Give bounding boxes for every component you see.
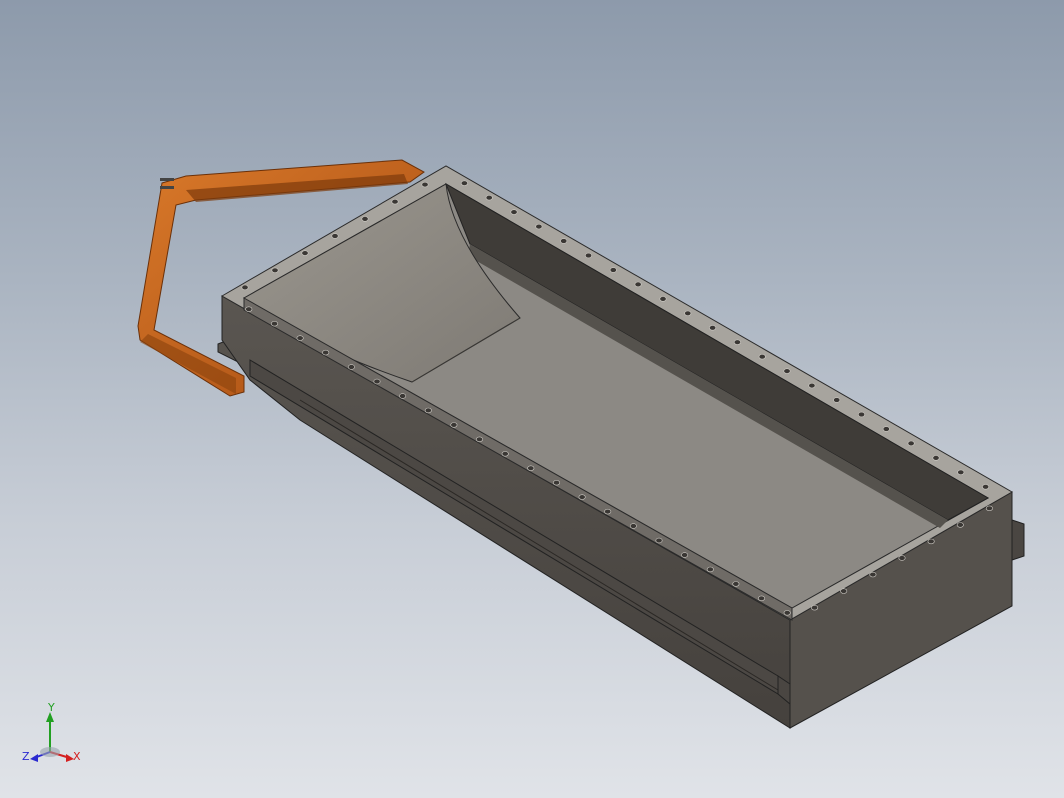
bolt-hole-far [808,382,816,389]
bolt-hole-near [270,321,278,327]
bolt-hole-near [475,436,483,442]
z-axis-label: Z [22,750,30,763]
bolt-hole-far [535,223,543,230]
triad-base-icon [40,747,60,757]
bolt-hole-left-end [421,181,429,188]
bolt-hole-near [757,595,765,601]
bolt-hole-near [681,552,689,558]
bolt-hole-near [322,349,330,356]
bolt-hole-near [399,393,407,399]
bolt-hole-far [634,281,642,288]
bolt-hole-near [450,422,458,428]
bolt-hole-far [982,484,990,490]
bolt-hole-left-end [331,233,339,239]
bolt-hole-far [932,455,940,461]
bolt-hole-right-end [840,588,848,594]
bolt-hole-near [578,494,586,500]
bolt-hole-left-end [241,284,249,291]
bolt-hole-near [629,523,637,529]
bolt-hole-left-end [301,250,309,256]
bolt-hole-far [609,267,617,273]
bolt-hole-near [732,581,740,587]
bolt-hole-near [552,480,560,486]
bolt-hole-far [907,440,915,447]
bolt-hole-right-end [869,571,877,578]
bolt-hole-right-end [811,604,819,611]
view-triad[interactable]: Y X Z [18,700,88,770]
bolt-hole-near [604,508,612,515]
bolt-hole-near [373,378,381,385]
bolt-hole-far [882,426,890,432]
graphics-viewport[interactable]: Y X Z [0,0,1064,798]
bolt-hole-right-end [927,538,935,545]
bolt-hole-far [510,209,518,215]
bolt-hole-far [684,310,692,316]
handle-pin [160,178,174,181]
bolt-hole-far [460,180,468,186]
bolt-hole-far [857,411,865,418]
bolt-hole-far [584,252,592,259]
bolt-hole-near [245,306,253,312]
bolt-hole-left-end [391,199,399,205]
bolt-hole-far [833,397,841,403]
bolt-hole-far [957,469,965,475]
cad-model-tray-assembly[interactable] [0,0,1064,798]
y-axis-label: Y [47,701,55,714]
bolt-hole-far [659,296,667,302]
bolt-hole-near [655,537,663,544]
bolt-hole-far [485,195,493,201]
x-axis-label: X [73,750,81,763]
bolt-hole-near [501,451,509,457]
bolt-hole-right-end [898,555,906,561]
bolt-hole-far [733,339,741,345]
bolt-hole-far [758,354,766,360]
bolt-hole-far [560,238,568,244]
bolt-hole-left-end [271,267,279,273]
bolt-hole-near [296,335,304,341]
bolt-hole-right-end [956,522,964,528]
bolt-hole-near [347,364,355,370]
bolt-hole-near [783,610,791,616]
bolt-hole-far [783,368,791,374]
z-axis-arrow-icon [30,754,38,762]
bolt-hole-near [424,407,432,414]
bolt-hole-right-end [985,505,993,511]
bolt-hole-near [527,465,535,471]
bolt-hole-near [706,566,714,573]
bolt-hole-left-end [361,216,369,222]
end-step [1011,519,1025,561]
bolt-hole-far [709,325,717,331]
